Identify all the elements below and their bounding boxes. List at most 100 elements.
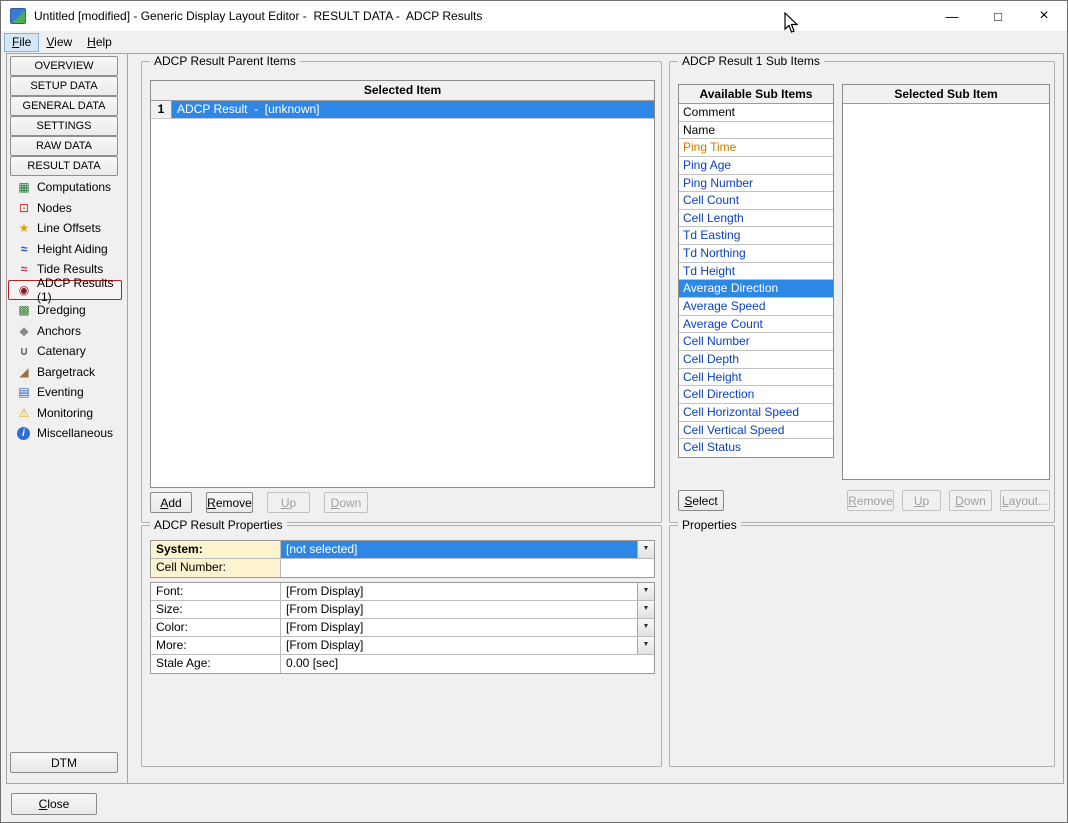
list-header: Selected Sub Item [843,85,1049,104]
sidebar-item-eventing[interactable]: Eventing [8,382,122,403]
sidebar-item-bargetrack[interactable]: Bargetrack [8,362,122,383]
dtm-button[interactable]: DTM [10,752,118,773]
sub-properties-group: Properties [669,525,1055,767]
color-value-dropdown[interactable]: [From Display] [281,619,654,636]
list-item[interactable]: Cell Vertical Speed [679,422,833,440]
nodes-icon [16,201,32,215]
property-label: More: [151,637,281,654]
list-item[interactable]: Name [679,122,833,140]
minimize-button[interactable]: — [929,1,975,31]
group-label: ADCP Result 1 Sub Items [678,54,824,68]
maximize-button[interactable]: □ [975,1,1021,31]
selected-sub-items-list: Selected Sub Item [842,84,1050,480]
chevron-down-icon[interactable] [637,541,654,558]
sidebar-item-miscellaneous[interactable]: Miscellaneous [8,423,122,444]
list-header: Available Sub Items [679,85,833,104]
list-item[interactable]: Cell Horizontal Speed [679,404,833,422]
cell-number-value[interactable] [281,559,654,577]
remove-button[interactable]: Remove [206,492,253,513]
close-window-button[interactable]: × [1021,1,1067,31]
list-item[interactable]: Average Speed [679,298,833,316]
sidebar-item-label: Anchors [37,324,81,338]
app-icon [10,8,26,24]
sidebar-item-label: Dredging [37,303,86,317]
sidebar-item-anchors[interactable]: Anchors [8,321,122,342]
sub-up-button[interactable]: Up [902,490,941,511]
list-item[interactable]: Cell Number [679,333,833,351]
close-icon: × [1039,7,1048,25]
sidebar-item-monitoring[interactable]: Monitoring [8,403,122,424]
sidebar-tab-result-data[interactable]: RESULT DATA [10,156,118,176]
sidebar-item-label: ADCP Results (1) [37,276,121,304]
font-value-dropdown[interactable]: [From Display] [281,583,654,600]
parent-items-group: ADCP Result Parent Items Selected Item 1… [141,61,662,523]
sub-down-button[interactable]: Down [949,490,992,511]
sidebar-item-adcp-results[interactable]: ADCP Results (1) [8,280,122,301]
list-item-selected[interactable]: Average Direction [679,280,833,298]
menu-file[interactable]: File [5,34,38,51]
tide-results-icon [16,262,32,276]
list-item[interactable]: Td Easting [679,227,833,245]
sidebar-item-line-offsets[interactable]: Line Offsets [8,218,122,239]
add-button[interactable]: Add [150,492,192,513]
sidebar-item-nodes[interactable]: Nodes [8,198,122,219]
catenary-icon [16,344,32,358]
sidebar-tab-overview[interactable]: OVERVIEW [10,56,118,76]
list-item[interactable]: Ping Age [679,157,833,175]
height-aiding-icon [16,242,32,256]
row-label: ADCP Result - [unknown] [172,101,654,118]
property-row-font: Font: [From Display] [151,583,654,601]
more-value-dropdown[interactable]: [From Display] [281,637,654,654]
list-item[interactable]: Cell Length [679,210,833,228]
sidebar-item-label: Computations [37,180,111,194]
computations-icon [16,180,32,194]
select-button[interactable]: Select [678,490,724,511]
up-button[interactable]: Up [267,492,310,513]
sidebar-nav: OVERVIEW SETUP DATA GENERAL DATA SETTING… [10,56,118,176]
application-window: { "window": { "title": "Untitled [modifi… [0,0,1068,823]
table-row[interactable]: 1 ADCP Result - [unknown] [151,101,654,119]
list-item[interactable]: Average Count [679,316,833,334]
sidebar-item-catenary[interactable]: Catenary [8,341,122,362]
system-value-dropdown[interactable]: [not selected] [281,541,654,558]
list-item[interactable]: Comment [679,104,833,122]
chevron-down-icon[interactable] [637,601,654,618]
list-item[interactable]: Ping Time [679,139,833,157]
list-item[interactable]: Td Height [679,263,833,281]
property-label: System: [151,541,281,558]
list-item[interactable]: Cell Direction [679,386,833,404]
list-item[interactable]: Td Northing [679,245,833,263]
property-label: Cell Number: [151,559,281,577]
sub-remove-button[interactable]: Remove [847,490,894,511]
list-item[interactable]: Cell Status [679,439,833,457]
list-item[interactable]: Cell Height [679,369,833,387]
close-button[interactable]: Close [11,793,97,815]
menu-help[interactable]: Help [80,34,119,51]
list-item[interactable]: Cell Depth [679,351,833,369]
sidebar-item-label: Height Aiding [37,242,108,256]
property-label: Size: [151,601,281,618]
menu-view[interactable]: View [39,34,79,51]
property-table-main: System: [not selected] Cell Number: [150,540,655,578]
list-item[interactable]: Ping Number [679,175,833,193]
sidebar-item-label: Eventing [37,385,84,399]
maximize-icon: □ [994,9,1002,24]
sidebar-item-label: Line Offsets [37,221,101,235]
layout-button[interactable]: Layout... [1000,490,1050,511]
stale-age-value[interactable]: 0.00 [sec] [281,655,654,673]
chevron-down-icon[interactable] [637,637,654,654]
chevron-down-icon[interactable] [637,583,654,600]
size-value-dropdown[interactable]: [From Display] [281,601,654,618]
list-item[interactable]: Cell Count [679,192,833,210]
sidebar-tab-general-data[interactable]: GENERAL DATA [10,96,118,116]
sidebar-tab-raw-data[interactable]: RAW DATA [10,136,118,156]
titlebar: Untitled [modified] - Generic Display La… [1,1,1067,31]
sidebar-tab-settings[interactable]: SETTINGS [10,116,118,136]
sidebar-item-height-aiding[interactable]: Height Aiding [8,239,122,260]
property-label: Color: [151,619,281,636]
down-button[interactable]: Down [324,492,368,513]
sub-items-group: ADCP Result 1 Sub Items Available Sub It… [669,61,1055,523]
sidebar-tab-setup-data[interactable]: SETUP DATA [10,76,118,96]
chevron-down-icon[interactable] [637,619,654,636]
sidebar-item-computations[interactable]: Computations [8,177,122,198]
